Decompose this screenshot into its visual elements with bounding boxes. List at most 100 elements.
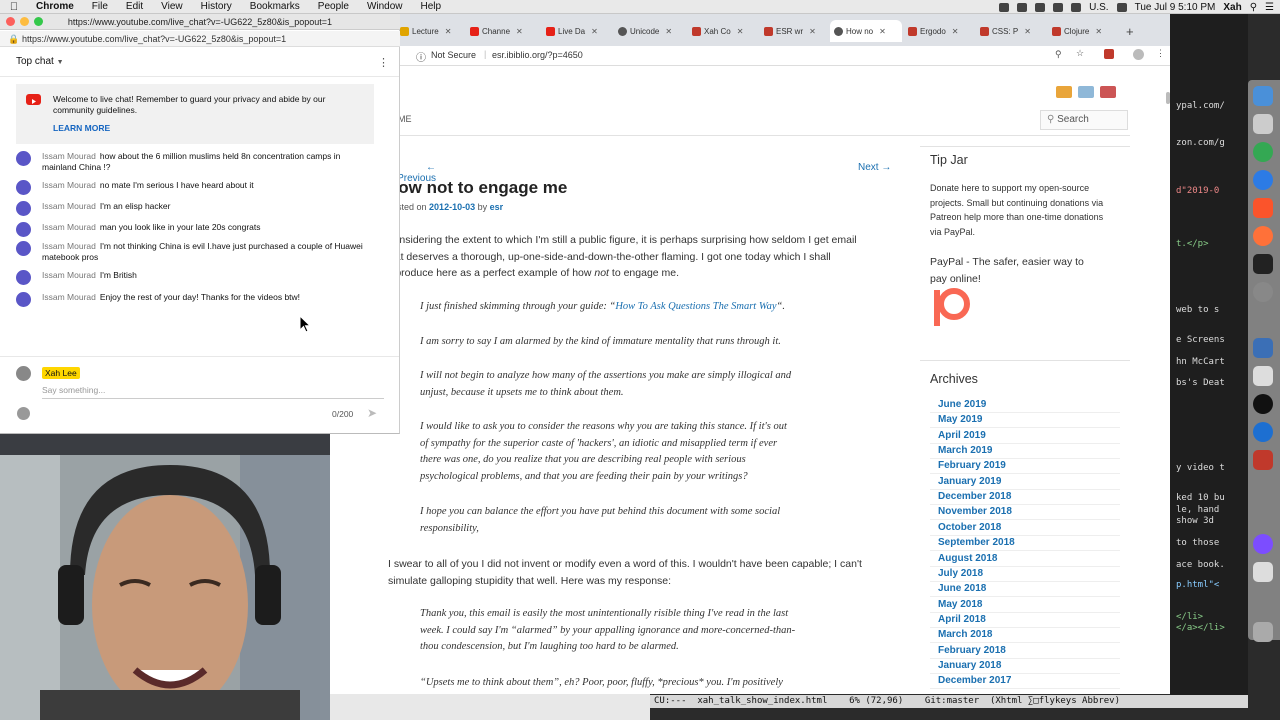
- next-post-link[interactable]: Next →: [858, 162, 891, 173]
- tab-close-icon[interactable]: ✕: [1024, 27, 1031, 36]
- archive-link[interactable]: December 2018: [938, 491, 1011, 502]
- chat-menu-kebab-icon[interactable]: ⋮: [378, 56, 389, 69]
- archive-link[interactable]: January 2019: [938, 476, 1001, 487]
- obs-icon[interactable]: [1253, 394, 1273, 414]
- search-icon[interactable]: ⚲: [1250, 2, 1257, 13]
- author-avatar[interactable]: [16, 151, 31, 166]
- archive-link[interactable]: June 2019: [938, 399, 986, 410]
- archive-link[interactable]: June 2018: [938, 583, 986, 594]
- tab-close-icon[interactable]: ✕: [1095, 27, 1102, 36]
- search-box[interactable]: ⚲ Search: [1040, 110, 1128, 130]
- menu-file[interactable]: File: [92, 1, 118, 12]
- menu-bookmarks[interactable]: Bookmarks: [250, 1, 310, 12]
- author-avatar[interactable]: [16, 222, 31, 237]
- message-author[interactable]: Issam Mourad: [42, 241, 96, 251]
- top-chat-dropdown[interactable]: Top chat ▼: [16, 56, 64, 67]
- menu-help[interactable]: Help: [421, 1, 452, 12]
- activity-monitor-icon[interactable]: [1253, 338, 1273, 358]
- message-author[interactable]: Issam Mourad: [42, 201, 96, 211]
- tab-how-not-active[interactable]: How no ✕: [830, 20, 902, 42]
- archive-link[interactable]: November 2018: [938, 506, 1012, 517]
- status-app-icon[interactable]: [999, 2, 1010, 12]
- learn-more-link[interactable]: LEARN MORE: [53, 123, 110, 133]
- tab-close-icon[interactable]: ✕: [879, 27, 886, 36]
- url-field[interactable]: esr.ibiblio.org/?p=4650: [492, 50, 583, 60]
- author-link[interactable]: esr: [490, 202, 504, 212]
- menu-kebab-icon[interactable]: ⋮: [1156, 48, 1165, 59]
- tab-ergodox[interactable]: Ergodo ✕: [908, 22, 978, 40]
- tab-close-icon[interactable]: ✕: [591, 27, 598, 36]
- menu-people[interactable]: People: [318, 1, 359, 12]
- window-close-button[interactable]: [6, 17, 15, 26]
- message-author[interactable]: Issam Mourad: [42, 151, 96, 161]
- author-avatar[interactable]: [16, 292, 31, 307]
- menu-window[interactable]: Window: [367, 1, 413, 12]
- google-plus-icon[interactable]: [1100, 86, 1116, 98]
- chat-url[interactable]: https://www.youtube.com/live_chat?v=-UG6…: [22, 34, 286, 44]
- chrome-icon[interactable]: [1253, 142, 1273, 162]
- tab-close-icon[interactable]: ✕: [952, 27, 959, 36]
- tab-close-icon[interactable]: ✕: [809, 27, 816, 36]
- status-record-icon[interactable]: [1035, 2, 1046, 12]
- tab-lecture[interactable]: Lecture ✕: [400, 22, 460, 40]
- archive-link[interactable]: March 2018: [938, 629, 992, 640]
- archive-link[interactable]: December 2017: [938, 675, 1011, 686]
- tab-esr[interactable]: ESR wr ✕: [764, 22, 834, 40]
- author-avatar[interactable]: [16, 201, 31, 216]
- clock[interactable]: Tue Jul 9 5:10 PM: [1135, 2, 1216, 13]
- message-author[interactable]: Issam Mourad: [42, 180, 96, 190]
- tab-close-icon[interactable]: ✕: [445, 27, 452, 36]
- archive-link[interactable]: February 2019: [938, 460, 1006, 471]
- security-indicator[interactable]: Not Secure: [431, 50, 476, 60]
- app-icon[interactable]: [1253, 450, 1273, 470]
- author-avatar[interactable]: [16, 270, 31, 285]
- safari-icon[interactable]: [1253, 170, 1273, 190]
- archive-link[interactable]: February 2018: [938, 645, 1006, 656]
- menu-app-name[interactable]: Chrome: [36, 1, 84, 12]
- nav-menu-item[interactable]: ME: [398, 114, 412, 124]
- archive-link[interactable]: August 2018: [938, 553, 997, 564]
- tab-live-dashboard[interactable]: Live Da ✕: [546, 22, 616, 40]
- emoji-icon[interactable]: [17, 407, 30, 420]
- status-dropbox-icon[interactable]: [1017, 2, 1028, 12]
- menu-view[interactable]: View: [161, 1, 193, 12]
- apple-menu-icon[interactable]: : [0, 1, 28, 13]
- tab-clojure[interactable]: Clojure ✕: [1052, 22, 1124, 40]
- input-source[interactable]: U.S.: [1089, 2, 1108, 13]
- archive-link[interactable]: January 2018: [938, 660, 1001, 671]
- downloads-icon[interactable]: [1253, 562, 1273, 582]
- firefox-icon[interactable]: [1253, 226, 1273, 246]
- message-author[interactable]: Issam Mourad: [42, 270, 96, 280]
- finder-icon[interactable]: [1253, 86, 1273, 106]
- tab-unicode[interactable]: Unicode ✕: [618, 22, 690, 40]
- trash-icon[interactable]: [1253, 622, 1273, 642]
- page-scrollbar-thumb[interactable]: [1166, 92, 1170, 104]
- archive-link[interactable]: October 2018: [938, 522, 1001, 533]
- archive-link[interactable]: September 2018: [938, 537, 1015, 548]
- post-date-link[interactable]: 2012-10-03: [429, 202, 475, 212]
- message-author[interactable]: Issam Mourad: [42, 292, 96, 302]
- message-author[interactable]: Issam Mourad: [42, 222, 96, 232]
- archive-link[interactable]: May 2018: [938, 599, 982, 610]
- archive-link[interactable]: April 2018: [938, 614, 986, 625]
- brave-icon[interactable]: [1253, 198, 1273, 218]
- tab-channel[interactable]: Channe ✕: [470, 22, 542, 40]
- bookmark-star-icon[interactable]: ☆: [1076, 48, 1084, 59]
- menu-edit[interactable]: Edit: [126, 1, 153, 12]
- paypal-button[interactable]: PayPal - The safer, easier way to pay on…: [930, 254, 1084, 287]
- archive-link[interactable]: May 2019: [938, 414, 982, 425]
- launchpad-icon[interactable]: [1253, 114, 1273, 134]
- window-minimize-button[interactable]: [20, 17, 29, 26]
- status-volume-icon[interactable]: [1071, 2, 1082, 12]
- app-icon[interactable]: [1253, 422, 1273, 442]
- author-avatar[interactable]: [16, 180, 31, 195]
- app-icon[interactable]: [1253, 366, 1273, 386]
- status-wifi-icon[interactable]: [1053, 2, 1064, 12]
- twitter-icon[interactable]: [1078, 86, 1094, 98]
- info-icon[interactable]: ⓘ: [416, 49, 426, 64]
- notification-center-icon[interactable]: ☰: [1265, 2, 1274, 13]
- how-to-ask-questions-link[interactable]: How To Ask Questions The Smart Way: [615, 301, 776, 312]
- emacs-icon[interactable]: [1253, 534, 1273, 554]
- archive-link[interactable]: July 2018: [938, 568, 983, 579]
- user-name[interactable]: Xah: [1223, 2, 1241, 13]
